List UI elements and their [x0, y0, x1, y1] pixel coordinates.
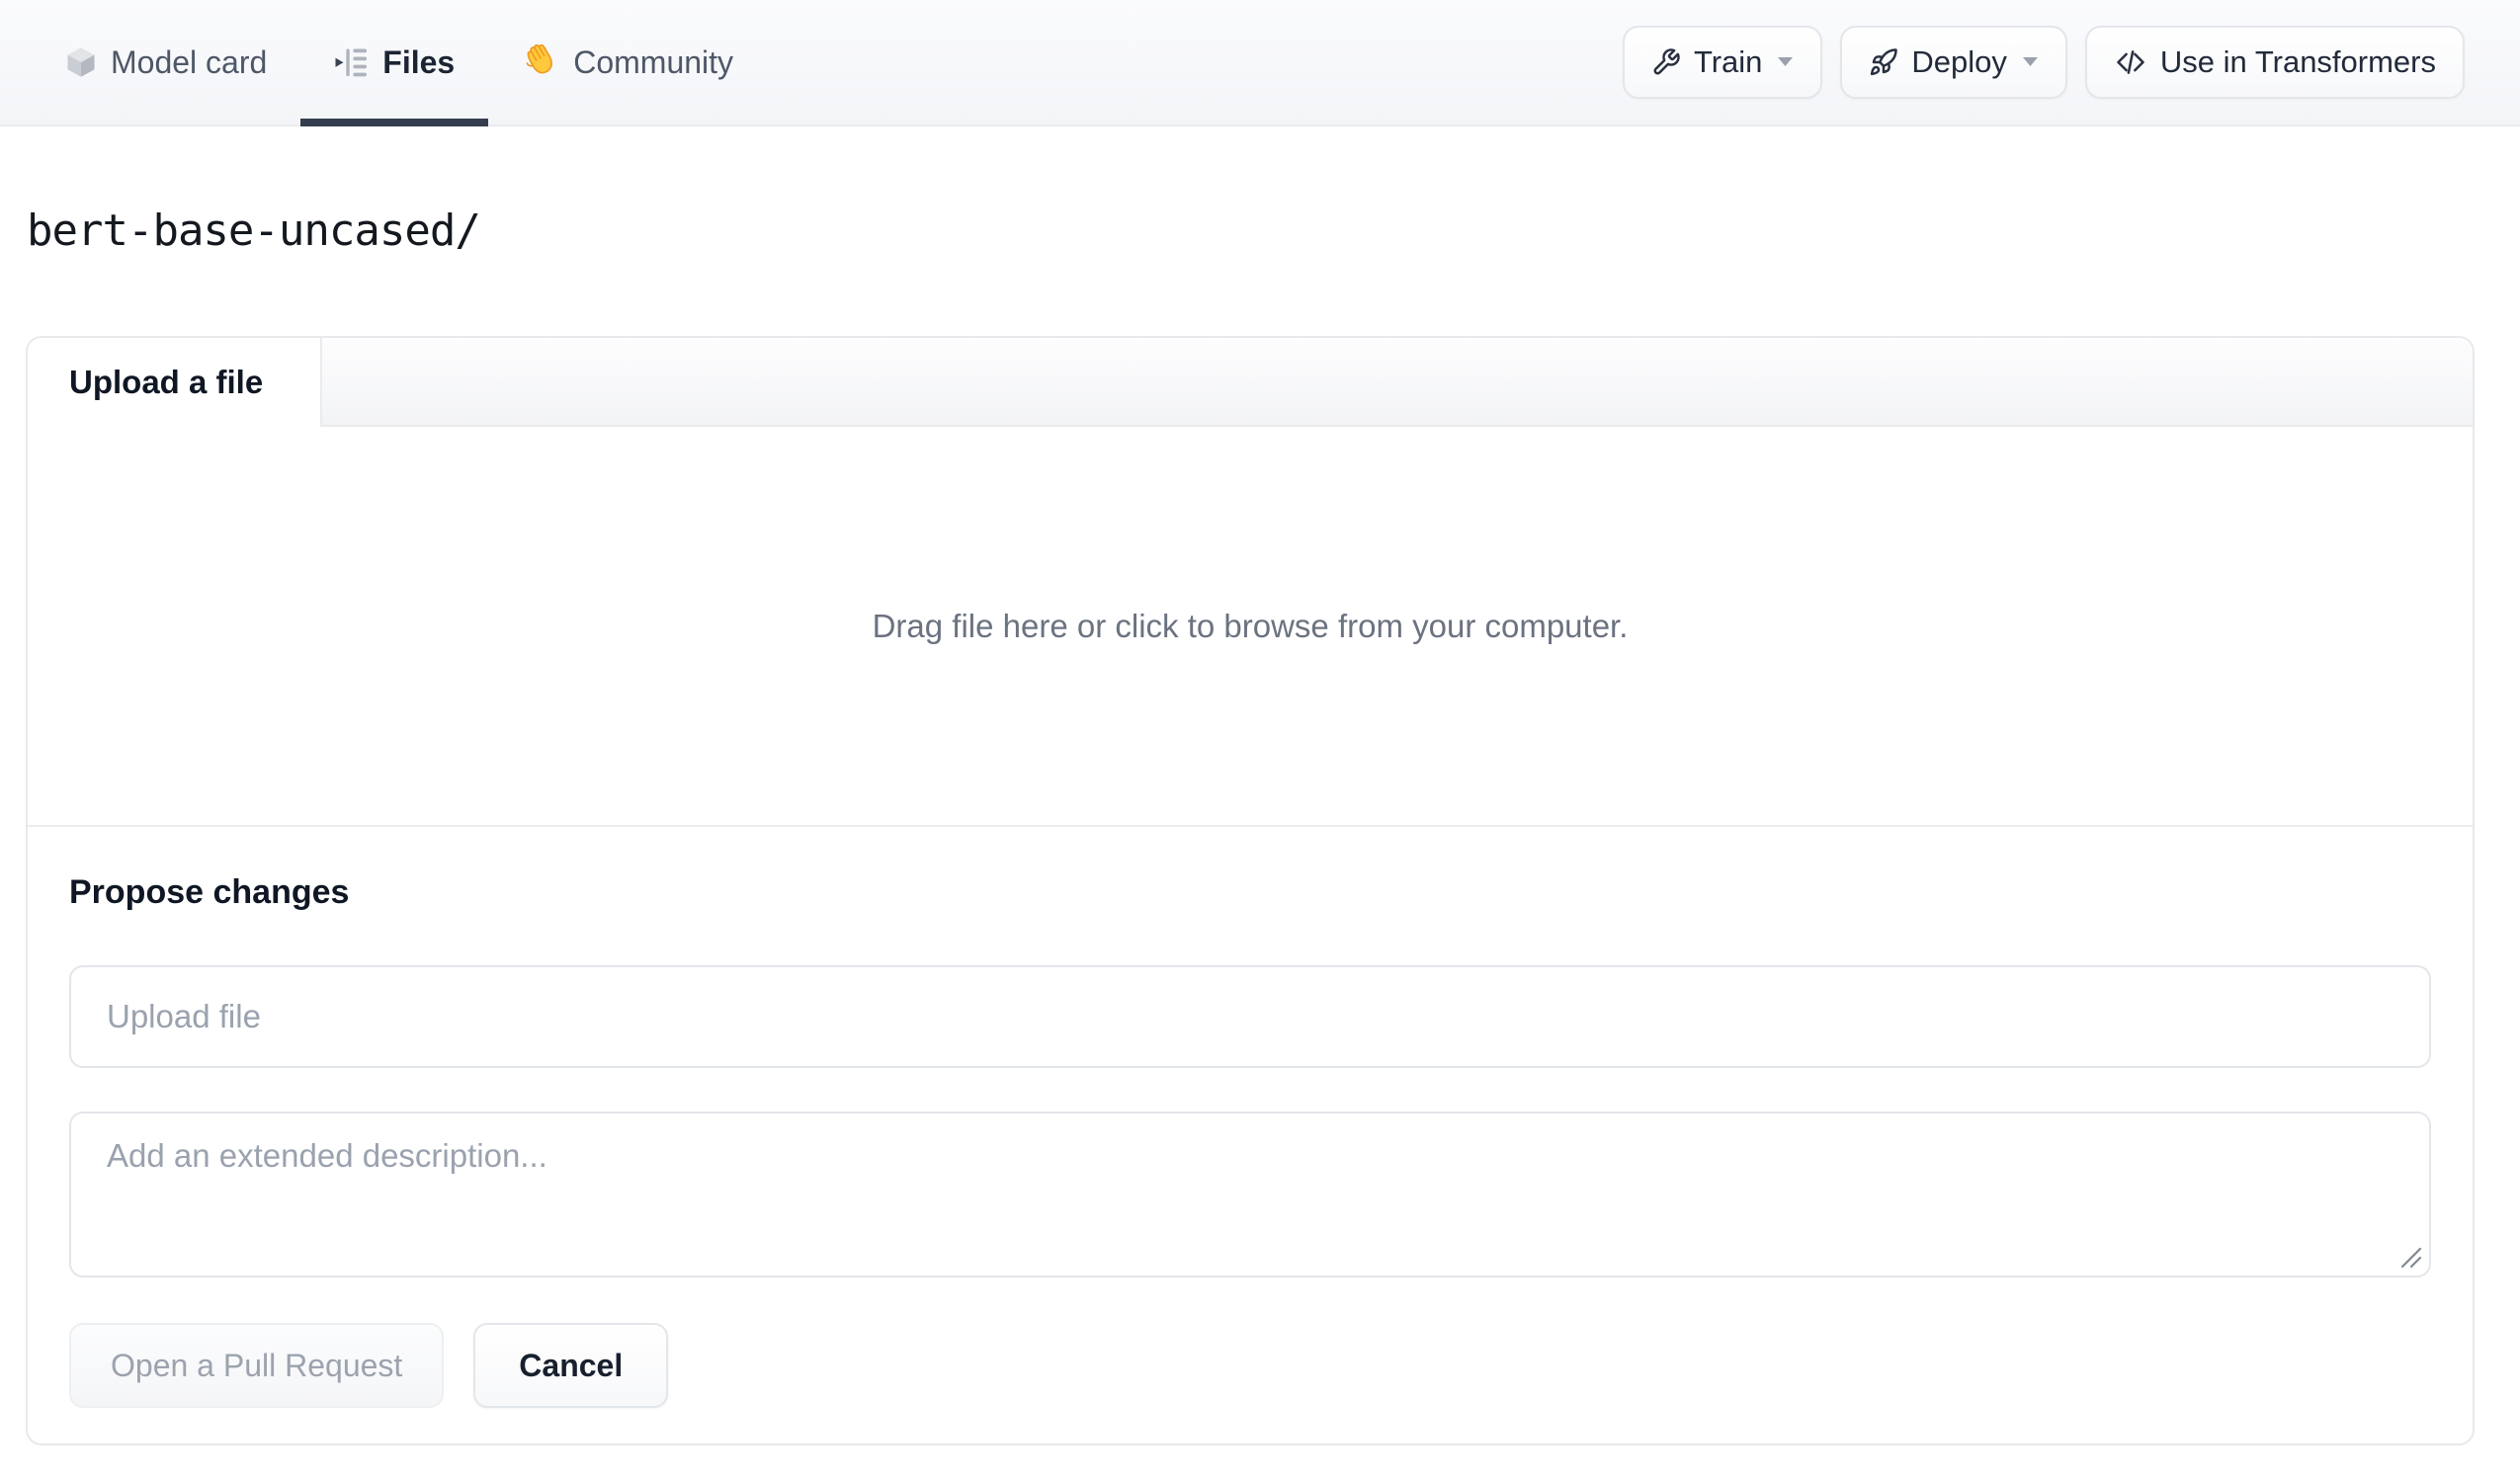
breadcrumb-path: bert-base-uncased/: [27, 206, 481, 256]
use-in-transformers-button-label: Use in Transformers: [2159, 44, 2436, 79]
tab-model-card-label: Model card: [111, 44, 268, 80]
repo-header: Model card Files Community Train Deploy …: [0, 0, 2520, 126]
cancel-button[interactable]: Cancel: [473, 1323, 669, 1408]
resize-handle-icon[interactable]: [2396, 1243, 2422, 1269]
deploy-button[interactable]: Deploy: [1840, 26, 2067, 99]
tab-upload-a-file[interactable]: Upload a file: [28, 338, 322, 427]
chevron-down-icon: [2022, 57, 2039, 67]
description-field-wrapper: [69, 1112, 2431, 1277]
tab-community[interactable]: Community: [488, 0, 767, 124]
header-actions: Train Deploy Use in Transformers: [1622, 26, 2465, 99]
tab-files[interactable]: Files: [300, 0, 489, 126]
description-textarea[interactable]: [69, 1112, 2431, 1277]
open-pull-request-button[interactable]: Open a Pull Request: [69, 1323, 445, 1408]
propose-changes-heading: Propose changes: [69, 873, 350, 911]
code-icon: [2114, 47, 2147, 77]
file-dropzone[interactable]: Drag file here or click to browse from y…: [28, 427, 2473, 827]
tab-model-card[interactable]: Model card: [33, 0, 300, 124]
propose-actions: Open a Pull Request Cancel: [69, 1323, 2431, 1408]
upload-card: Upload a file Drag file here or click to…: [26, 336, 2475, 1445]
tabbar-filler: [322, 338, 2473, 427]
chevron-down-icon: [1777, 57, 1794, 67]
repo-tabs: Model card Files Community: [33, 0, 767, 126]
upload-card-tabbar: Upload a file: [28, 338, 2473, 427]
rocket-icon: [1869, 47, 1898, 77]
page: Model card Files Community Train Deploy …: [0, 0, 2520, 1445]
propose-changes-section: Propose changes Open a Pull Request Canc…: [28, 872, 2473, 1443]
file-tree-icon: [334, 47, 368, 78]
cube-icon: [66, 46, 96, 78]
upload-filename-input[interactable]: [69, 965, 2431, 1068]
tab-community-label: Community: [573, 44, 734, 80]
train-button-label: Train: [1693, 44, 1763, 79]
use-in-transformers-button[interactable]: Use in Transformers: [2084, 26, 2465, 99]
breadcrumb[interactable]: bert-base-uncased/: [27, 204, 2520, 259]
dropzone-text: Drag file here or click to browse from y…: [872, 607, 1629, 644]
deploy-button-label: Deploy: [1911, 44, 2007, 79]
tab-files-label: Files: [382, 44, 456, 80]
wrench-icon: [1651, 47, 1681, 77]
waving-hand-icon: [522, 43, 558, 81]
train-button[interactable]: Train: [1622, 26, 1823, 99]
